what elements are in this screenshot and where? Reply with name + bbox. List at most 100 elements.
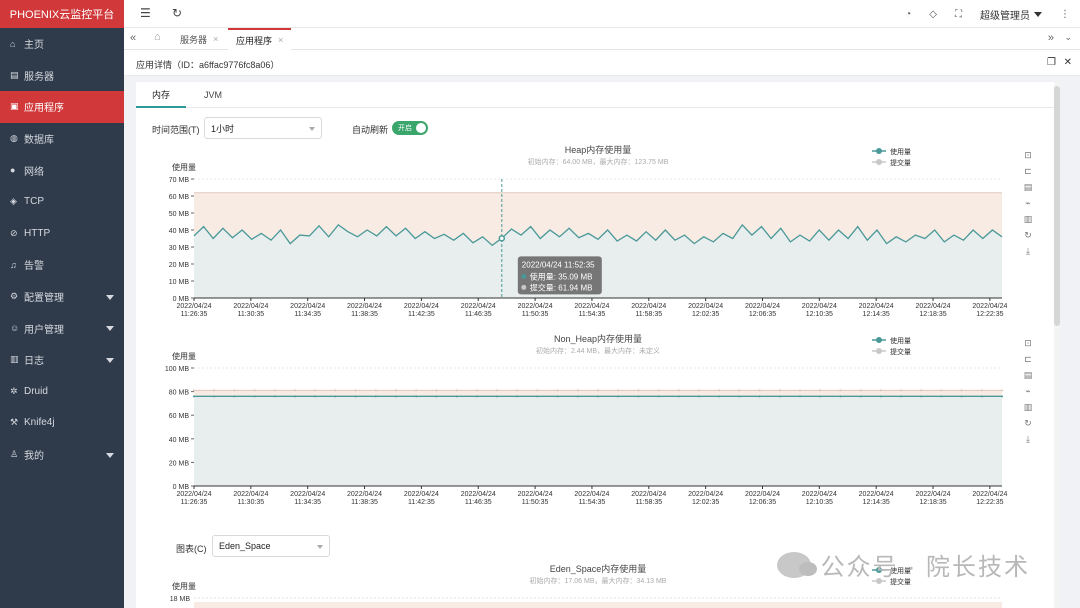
used-point [536,395,539,398]
chevron-down-icon[interactable]: ⌄ [1064,32,1072,43]
x-tick-date: 2022/04/24 [176,303,211,310]
database-icon: ◍ [10,133,18,144]
download-icon[interactable]: ⤓ [1026,434,1030,445]
used-point [718,395,721,398]
sidebar-item-7[interactable]: ♫ 告警 [0,249,124,281]
zoom-reset-icon[interactable]: ⊏ [1024,166,1032,177]
fullscreen-icon[interactable]: ⛶ [955,9,962,20]
zoom-icon[interactable]: ⊡ [1024,150,1032,161]
committed-point [294,389,296,392]
user-menu[interactable]: 超级管理员 [980,7,1042,22]
sidebar-item-10[interactable]: ▥ 日志 [0,344,124,376]
scrollbar-thumb[interactable] [1054,86,1060,326]
page-tabbar: « ⌂ 服务器 × 应用程序 × » ⌄ [124,28,1080,50]
dashboard-icon[interactable]: ◔ [905,9,911,20]
sidebar-item-label: 配置管理 [24,293,64,305]
x-tick-time: 11:30:35 [237,499,264,506]
sidebar-item-12[interactable]: ⚒ Knife4j [0,407,124,439]
used-point [617,395,620,398]
home-icon: ⌂ [10,38,16,49]
used-point [940,395,943,398]
tab-servers[interactable]: 服务器 × [172,28,226,50]
restore-icon[interactable]: ↻ [1024,418,1032,429]
used-point [334,395,337,398]
bell-icon: ♫ [10,259,17,270]
y-tick-label: 40 MB [169,228,190,235]
sidebar-item-label: 主页 [24,40,44,52]
more-icon[interactable]: ⋮ [1060,9,1070,20]
committed-point [718,389,721,392]
sidebar-item-9[interactable]: ☺ 用户管理 [0,312,124,344]
x-tick-date: 2022/04/24 [461,303,496,310]
x-tick-date: 2022/04/24 [518,303,553,310]
time-range-select[interactable]: 1小时 [204,117,322,139]
home-tab-icon[interactable]: ⌂ [154,31,161,43]
sidebar-item-label: HTTP [24,227,51,239]
committed-point [677,389,680,392]
zoom-reset-icon[interactable]: ⊏ [1024,354,1032,365]
non-heap-memory-chart[interactable]: Non_Heap内存使用量初始内存：2.44 MB，最大内存：未定义使用量使用量… [136,332,1060,522]
zoom-icon[interactable]: ⊡ [1024,338,1032,349]
close-icon[interactable]: × [213,34,218,44]
restore-window-icon[interactable]: ❐ [1047,57,1056,68]
bar-chart-icon[interactable]: ▥ [1024,214,1033,225]
chart-title: Non_Heap内存使用量 [554,333,642,344]
data-view-icon[interactable]: ▤ [1024,182,1033,193]
sidebar-item-3[interactable]: ◍ 数据库 [0,123,124,155]
sidebar-item-11[interactable]: ✲ Druid [0,376,124,408]
tab-applications[interactable]: 应用程序 × [228,28,292,50]
caret-down-icon [106,452,114,458]
tab-memory[interactable]: 内存 [136,82,187,108]
committed-point [597,389,599,392]
content-tabs: 内存 JVM [136,82,1060,108]
x-tick-time: 11:58:35 [635,499,662,506]
menu-toggle-icon[interactable]: ☰ [140,6,151,20]
auto-refresh-toggle[interactable]: 开启 [392,121,428,135]
sidebar-item-8[interactable]: ⚙ 配置管理 [0,281,124,313]
globe-icon: ● [10,165,16,176]
committed-point [475,389,478,392]
sidebar-item-1[interactable]: ▤ 服务器 [0,60,124,92]
restore-icon[interactable]: ↻ [1024,230,1032,241]
used-point [435,395,438,398]
used-point [496,395,498,398]
scrollbar-track[interactable] [1054,82,1060,608]
bar-chart-icon[interactable]: ▥ [1024,402,1033,413]
x-tick-time: 12:18:35 [919,499,946,506]
committed-point [657,389,660,392]
tabs-scroll-left-icon[interactable]: « [130,32,136,44]
heap-memory-chart[interactable]: Heap内存使用量初始内存：64.00 MB，最大内存：123.75 MB 使用量… [136,142,1060,332]
line-chart-icon[interactable]: ⌁ [1025,198,1030,209]
close-icon[interactable]: ✕ [1064,57,1072,68]
refresh-icon[interactable]: ↻ [172,6,182,20]
x-tick-date: 2022/04/24 [916,303,951,310]
tab-jvm[interactable]: JVM [188,82,238,108]
sidebar-item-13[interactable]: ♙ 我的 [0,439,124,471]
tooltip-time: 2022/04/24 11:52:35 [522,260,595,269]
time-range-value: 1小时 [211,123,235,134]
tabs-scroll-right-icon[interactable]: » [1048,32,1054,44]
app-title[interactable]: PHOENIX云监控平台 [0,0,124,28]
sidebar-item-5[interactable]: ◈ TCP [0,186,124,218]
sidebar-item-label: 数据库 [24,135,54,147]
sidebar-item-2[interactable]: ▣ 应用程序 [0,91,124,123]
sidebar-item-4[interactable]: ● 网络 [0,154,124,186]
sidebar-item-0[interactable]: ⌂ 主页 [0,28,124,60]
committed-point [334,389,337,392]
x-tick-time: 11:26:35 [181,311,208,318]
data-view-icon[interactable]: ▤ [1024,370,1033,381]
chart-title: Heap内存使用量 [565,144,632,155]
log-icon: ▥ [10,354,19,365]
close-icon[interactable]: × [278,35,283,45]
x-tick-date: 2022/04/24 [631,303,666,310]
tooltip-used-marker [521,273,527,279]
tag-icon[interactable]: ◇ [929,9,937,20]
user-icon: ☺ [10,323,20,334]
download-icon[interactable]: ⤓ [1026,246,1030,257]
x-tick-date: 2022/04/24 [745,491,780,498]
line-chart-icon[interactable]: ⌁ [1025,386,1030,397]
x-tick-date: 2022/04/24 [290,303,325,310]
sidebar-item-6[interactable]: ⊘ HTTP [0,218,124,250]
chart-select[interactable]: Eden_Space [212,535,330,557]
x-tick-date: 2022/04/24 [631,491,666,498]
